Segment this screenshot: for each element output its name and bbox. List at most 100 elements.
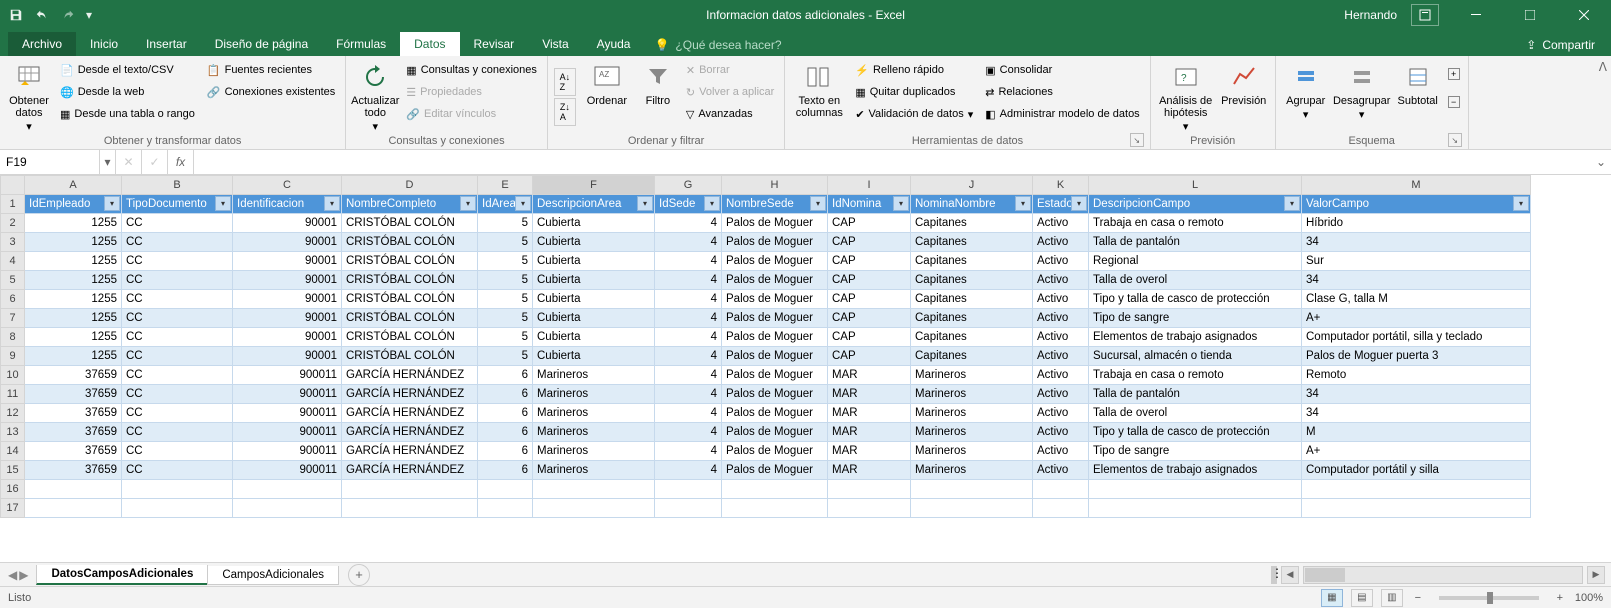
sort-az-button[interactable]: A↓Z	[554, 68, 576, 96]
cell[interactable]: 4	[655, 347, 722, 366]
select-all-corner[interactable]	[1, 176, 25, 195]
cell[interactable]: Elementos de trabajo asignados	[1089, 328, 1302, 347]
filter-dropdown-icon[interactable]	[810, 196, 826, 211]
sheet-tab-active[interactable]: DatosCamposAdicionales	[36, 565, 208, 585]
cell[interactable]: 1255	[25, 290, 122, 309]
row-header[interactable]: 12	[1, 404, 25, 423]
forecast-button[interactable]: Previsión	[1219, 59, 1269, 134]
cell[interactable]: CRISTÓBAL COLÓN	[342, 214, 478, 233]
col-header-M[interactable]: M	[1302, 176, 1531, 195]
cell[interactable]	[1033, 499, 1089, 518]
cell[interactable]: 5	[478, 328, 533, 347]
whatif-button[interactable]: ? Análisis de hipótesis ▾	[1157, 59, 1215, 134]
queries-connections-button[interactable]: ▦Consultas y conexiones	[402, 59, 541, 81]
row-header[interactable]: 3	[1, 233, 25, 252]
row-header[interactable]: 10	[1, 366, 25, 385]
flash-fill-button[interactable]: ⚡Relleno rápido	[851, 59, 977, 81]
cell[interactable]: Palos de Moguer	[722, 252, 828, 271]
cell[interactable]	[533, 480, 655, 499]
cell[interactable]: 37659	[25, 385, 122, 404]
cell[interactable]: 5	[478, 347, 533, 366]
cell[interactable]: 900011	[233, 423, 342, 442]
cell[interactable]: MAR	[828, 404, 911, 423]
share-button[interactable]: ⇪ Compartir	[1510, 34, 1611, 56]
cell[interactable]: 90001	[233, 214, 342, 233]
cell[interactable]	[122, 499, 233, 518]
get-data-button[interactable]: Obtener datos ▾	[6, 59, 52, 134]
from-text-csv-button[interactable]: 📄Desde el texto/CSV	[56, 59, 199, 81]
cell[interactable]: Palos de Moguer	[722, 271, 828, 290]
cell[interactable]: 34	[1302, 404, 1531, 423]
cell[interactable]	[1302, 480, 1531, 499]
cell[interactable]: GARCÍA HERNÁNDEZ	[342, 404, 478, 423]
cell[interactable]: Capitanes	[911, 214, 1033, 233]
cell[interactable]: Cubierta	[533, 233, 655, 252]
cell[interactable]: Tipo y talla de casco de protección	[1089, 290, 1302, 309]
cell[interactable]: Marineros	[911, 385, 1033, 404]
sheet-nav-next-icon[interactable]: ▶	[19, 568, 28, 582]
cell[interactable]: CRISTÓBAL COLÓN	[342, 290, 478, 309]
cell[interactable]: CC	[122, 290, 233, 309]
cell[interactable]: 900011	[233, 461, 342, 480]
cell[interactable]: 1255	[25, 252, 122, 271]
cell[interactable]	[1302, 499, 1531, 518]
cell[interactable]: CRISTÓBAL COLÓN	[342, 328, 478, 347]
cell[interactable]: Clase G, talla M	[1302, 290, 1531, 309]
cell[interactable]	[828, 480, 911, 499]
col-header-F[interactable]: F	[533, 176, 655, 195]
cell[interactable]: CC	[122, 328, 233, 347]
zoom-out-button[interactable]: −	[1411, 592, 1425, 604]
cell[interactable]: Activo	[1033, 309, 1089, 328]
cell[interactable]: CAP	[828, 233, 911, 252]
sheet-tab-inactive[interactable]: CamposAdicionales	[207, 566, 339, 585]
view-normal-button[interactable]: ▦	[1321, 589, 1343, 607]
cell[interactable]: CC	[122, 404, 233, 423]
cell[interactable]: CRISTÓBAL COLÓN	[342, 309, 478, 328]
cell[interactable]	[342, 480, 478, 499]
spreadsheet-grid[interactable]: ABCDEFGHIJKLM1IdEmpleadoTipoDocumentoIde…	[0, 175, 1611, 562]
cell[interactable]: 4	[655, 309, 722, 328]
hscroll-track[interactable]	[1303, 566, 1583, 584]
undo-icon[interactable]	[30, 4, 54, 26]
cell[interactable]: 5	[478, 309, 533, 328]
col-header-H[interactable]: H	[722, 176, 828, 195]
zoom-in-button[interactable]: +	[1553, 592, 1567, 604]
name-box-dropdown-icon[interactable]: ▾	[100, 150, 116, 174]
cell[interactable]: Trabaja en casa o remoto	[1089, 366, 1302, 385]
cell[interactable]: 6	[478, 423, 533, 442]
cell[interactable]: Marineros	[911, 423, 1033, 442]
cell[interactable]: Marineros	[533, 366, 655, 385]
cell[interactable]: Activo	[1033, 404, 1089, 423]
cell[interactable]: Regional	[1089, 252, 1302, 271]
zoom-thumb[interactable]	[1487, 592, 1493, 604]
qat-customize-icon[interactable]: ▾	[82, 4, 96, 26]
tab-insert[interactable]: Insertar	[132, 32, 201, 56]
cell[interactable]: MAR	[828, 366, 911, 385]
cell[interactable]: Cubierta	[533, 252, 655, 271]
cell[interactable]	[533, 499, 655, 518]
cell[interactable]	[722, 499, 828, 518]
ungroup-button[interactable]: Desagrupar ▾	[1334, 59, 1390, 134]
cell[interactable]: 4	[655, 252, 722, 271]
cell[interactable]	[478, 480, 533, 499]
name-box-input[interactable]	[6, 155, 93, 169]
cell[interactable]	[478, 499, 533, 518]
col-header-C[interactable]: C	[233, 176, 342, 195]
cell[interactable]	[828, 499, 911, 518]
cell[interactable]: Marineros	[533, 404, 655, 423]
filter-dropdown-icon[interactable]	[1513, 196, 1529, 211]
hide-detail-button[interactable]: −	[1446, 91, 1462, 113]
cell[interactable]: 90001	[233, 290, 342, 309]
cell[interactable]: Remoto	[1302, 366, 1531, 385]
consolidate-button[interactable]: ▣Consolidar	[981, 59, 1143, 81]
show-detail-button[interactable]: +	[1446, 63, 1462, 85]
cell[interactable]: CAP	[828, 214, 911, 233]
cell[interactable]	[25, 499, 122, 518]
cell[interactable]: Híbrido	[1302, 214, 1531, 233]
cell[interactable]: Talla de pantalón	[1089, 233, 1302, 252]
cell[interactable]: Palos de Moguer	[722, 442, 828, 461]
cell[interactable]: 34	[1302, 271, 1531, 290]
cell[interactable]: Activo	[1033, 252, 1089, 271]
cell[interactable]: Capitanes	[911, 271, 1033, 290]
cell[interactable]: Capitanes	[911, 328, 1033, 347]
